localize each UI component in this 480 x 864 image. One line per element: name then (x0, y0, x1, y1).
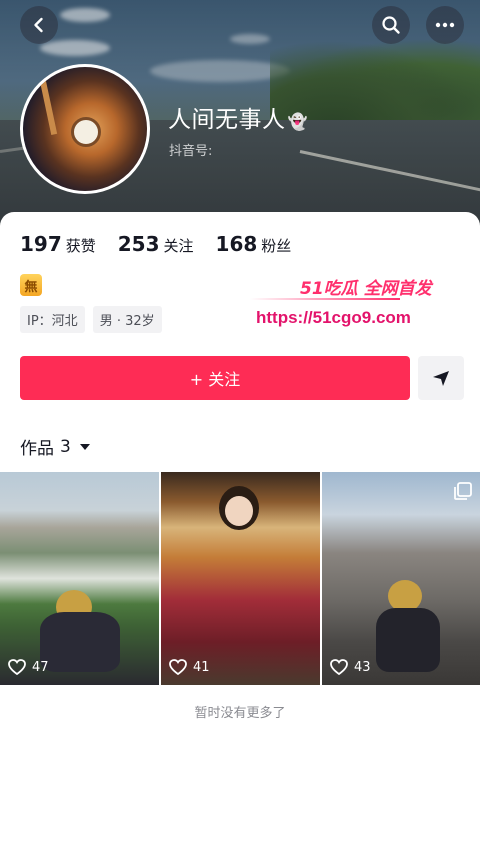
more-button[interactable] (426, 6, 464, 44)
like-count: 47 (8, 659, 49, 675)
stat-likes[interactable]: 197 获赞 (20, 232, 96, 256)
douyin-id: 抖音号: (169, 144, 213, 159)
follow-button[interactable]: + 关注 (20, 356, 410, 400)
end-of-list-text: 暂时没有更多了 (194, 706, 286, 721)
watermark-url: https://51cgo9.com (256, 308, 411, 327)
ghost-emoji-icon: 👻 (287, 112, 308, 131)
watermark: 51吃瓜 全网首发 https://51cgo9.com (250, 274, 450, 334)
ip-tag: IP：河北 (20, 306, 85, 333)
following-label: 关注 (163, 237, 194, 255)
search-button[interactable] (372, 6, 410, 44)
more-icon (435, 22, 455, 28)
like-count-text: 47 (32, 659, 49, 675)
video-thumbnail[interactable]: 47 (0, 472, 159, 685)
followers-count: 168 (215, 232, 258, 256)
works-tab[interactable]: 作品 3 (20, 434, 91, 459)
caret-down-icon (79, 443, 90, 450)
following-count: 253 (117, 232, 160, 256)
status-badge[interactable]: 無 (20, 274, 42, 296)
like-count: 41 (169, 659, 210, 675)
stat-followers[interactable]: 168 粉丝 (216, 232, 292, 256)
profile-tags: IP：河北 男 · 32岁 (20, 306, 170, 333)
gender-age-tag: 男 · 32岁 (92, 306, 162, 333)
stats-row: 197 获赞 253 关注 168 粉丝 (20, 232, 313, 256)
send-icon (433, 371, 449, 386)
works-grid: 47 41 43 (0, 472, 480, 685)
watermark-title: 51吃瓜 全网首发 (300, 279, 432, 299)
nickname-text: 人间无事人 (168, 107, 286, 133)
share-button[interactable] (418, 356, 464, 400)
back-arrow-icon (34, 17, 43, 33)
heart-icon (169, 659, 187, 675)
likes-count: 197 (20, 232, 62, 256)
followers-label: 粉丝 (261, 237, 292, 255)
search-icon (382, 16, 400, 34)
heart-icon (8, 659, 26, 675)
stat-following[interactable]: 253 关注 (118, 232, 194, 256)
video-thumbnail[interactable]: 41 (161, 472, 320, 685)
heart-icon (330, 659, 348, 675)
likes-label: 获赞 (65, 237, 96, 255)
like-count-text: 41 (193, 659, 210, 675)
profile-card: 197 获赞 253 关注 168 粉丝 無 IP：河北 男 · 32岁 51吃… (0, 212, 480, 864)
works-count: 3 (60, 436, 71, 457)
back-button[interactable] (20, 6, 58, 44)
video-thumbnail[interactable]: 43 (322, 472, 480, 685)
works-label: 作品 (20, 439, 54, 459)
like-count-text: 43 (354, 659, 371, 675)
multi-image-icon (454, 482, 472, 500)
profile-nickname: 人间无事人 👻 (168, 100, 308, 134)
avatar[interactable] (20, 64, 150, 194)
like-count: 43 (330, 659, 371, 675)
